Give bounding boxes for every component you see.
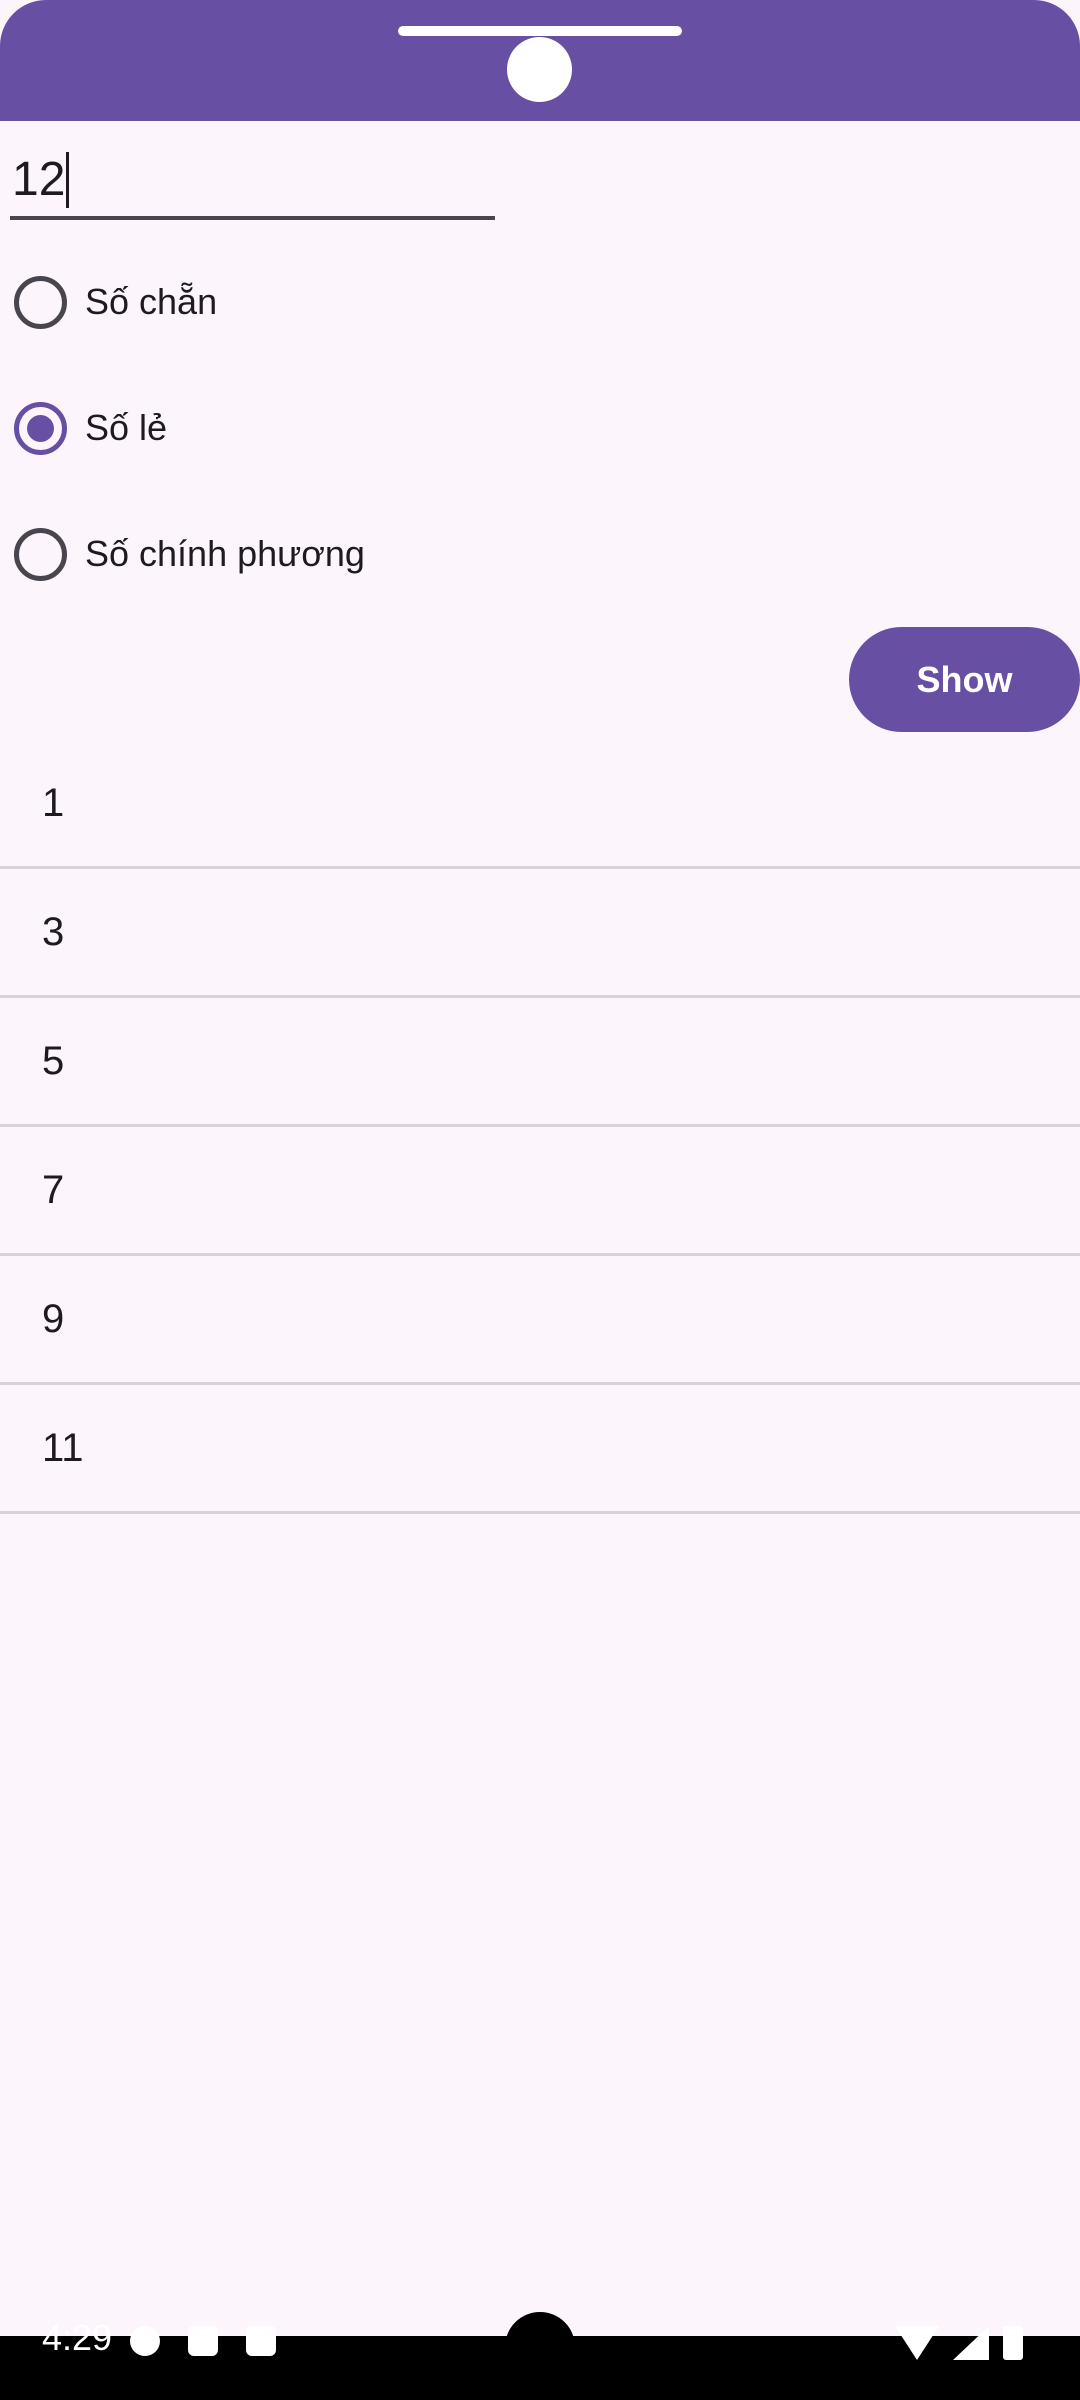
radio-square[interactable]: Số chính phương bbox=[14, 514, 714, 594]
show-button[interactable]: Show bbox=[849, 627, 1080, 732]
radio-square-label: Số chính phương bbox=[85, 533, 365, 574]
radio-even-label: Số chẵn bbox=[85, 281, 218, 322]
font-icon bbox=[246, 2326, 276, 2356]
play-protect-icon bbox=[130, 2326, 160, 2356]
wifi-icon bbox=[895, 2326, 939, 2360]
status-time: 4:29 bbox=[42, 2317, 113, 2358]
radio-button-unchecked-icon[interactable] bbox=[14, 275, 67, 329]
radio-odd-label: Số lẻ bbox=[85, 407, 168, 448]
radio-odd[interactable]: Số lẻ bbox=[14, 388, 714, 468]
list-item[interactable]: 5 bbox=[0, 998, 1080, 1127]
drag-handle[interactable] bbox=[398, 26, 682, 36]
sd-card-icon bbox=[188, 2326, 218, 2356]
signal-icon bbox=[953, 2326, 989, 2360]
home-indicator[interactable] bbox=[505, 2312, 575, 2382]
battery-icon bbox=[1003, 2326, 1023, 2360]
app-screen: 12 Số chẵn Số lẻ Số chính phương Show 1 … bbox=[0, 0, 1080, 2400]
list-item[interactable]: 11 bbox=[0, 1385, 1080, 1514]
status-icons-left bbox=[130, 2326, 276, 2356]
radio-even[interactable]: Số chẵn bbox=[14, 262, 714, 342]
number-input-value: 12 bbox=[12, 153, 66, 206]
status-icons-right bbox=[895, 2326, 1023, 2360]
number-input[interactable]: 12 bbox=[10, 140, 495, 220]
camera-cutout-icon bbox=[507, 37, 572, 102]
text-caret bbox=[66, 152, 70, 208]
list-item[interactable]: 7 bbox=[0, 1127, 1080, 1256]
top-app-bar bbox=[0, 0, 1080, 121]
list-item[interactable]: 9 bbox=[0, 1256, 1080, 1385]
list-item[interactable]: 1 bbox=[0, 740, 1080, 869]
radio-button-unchecked-icon[interactable] bbox=[14, 527, 67, 581]
list-item[interactable]: 3 bbox=[0, 869, 1080, 998]
radio-button-checked-icon[interactable] bbox=[14, 401, 67, 455]
result-list: 1 3 5 7 9 11 bbox=[0, 740, 1080, 1514]
